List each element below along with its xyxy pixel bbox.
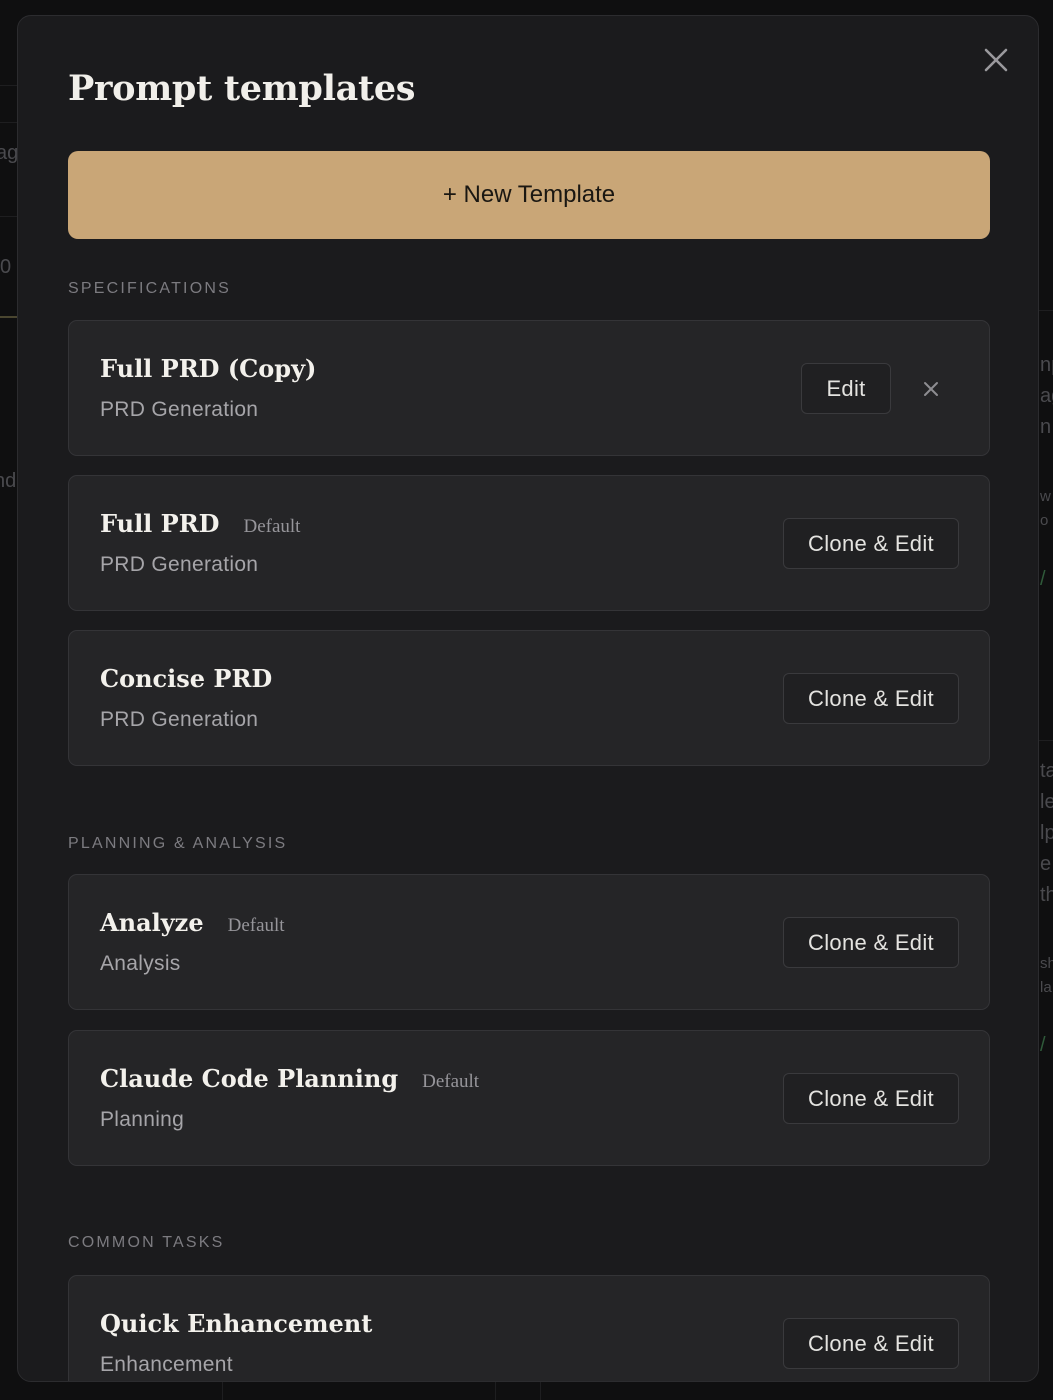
background-text: n [1040,416,1052,438]
template-card: Claude Code Planning Default Planning Cl… [68,1030,990,1166]
new-template-button[interactable]: + New Template [68,151,990,239]
template-card: Analyze Default Analysis Clone & Edit [68,874,990,1010]
close-button[interactable] [980,44,1012,76]
close-icon [924,382,938,396]
default-badge: Default [422,1071,480,1092]
background-text: sh [1040,955,1053,972]
clone-edit-button[interactable]: Clone & Edit [783,1073,959,1124]
clone-edit-button[interactable]: Clone & Edit [783,673,959,724]
background-text: th [1040,884,1053,906]
template-card: Full PRD (Copy) PRD Generation Edit [68,320,990,456]
template-category: PRD Generation [100,708,259,731]
background-text: o [1040,512,1049,529]
background-text: la [1040,979,1052,996]
clone-edit-button[interactable]: Clone & Edit [783,1318,959,1369]
template-category: Planning [100,1108,185,1131]
background-text: / [1040,568,1046,590]
template-category: Enhancement [100,1353,233,1376]
default-badge: Default [243,516,301,537]
template-name: Quick Enhancement [100,1309,373,1338]
background-text: le [1040,791,1053,813]
background-text: np [1040,354,1053,376]
default-badge: Default [227,915,285,936]
clone-edit-button[interactable]: Clone & Edit [783,518,959,569]
template-name: Analyze [100,908,204,937]
background-text: 0 [0,256,12,278]
template-category: PRD Generation [100,553,259,576]
background-text: ag [0,142,19,164]
delete-template-button[interactable] [922,380,940,398]
close-icon [984,48,1008,72]
section-label-common-tasks: COMMON TASKS [68,1234,225,1251]
background-text: nd [0,470,17,492]
edit-button[interactable]: Edit [801,363,891,414]
background-text: ag [1040,385,1053,407]
template-card: Quick Enhancement Enhancement Clone & Ed… [68,1275,990,1381]
background-text: lp [1040,822,1053,844]
background-text: / [1040,1034,1046,1056]
prompt-templates-modal: Prompt templates + New Template SPECIFIC… [17,15,1039,1382]
background-text: e [1040,853,1052,875]
clone-edit-button[interactable]: Clone & Edit [783,917,959,968]
template-name: Claude Code Planning [100,1064,399,1093]
template-card: Full PRD Default PRD Generation Clone & … [68,475,990,611]
template-card: Concise PRD PRD Generation Clone & Edit [68,630,990,766]
template-name: Concise PRD [100,664,273,693]
template-category: Analysis [100,952,181,975]
section-label-specifications: SPECIFICATIONS [68,280,231,297]
background-text: ta [1040,760,1053,782]
background-text: w [1040,488,1051,505]
modal-title: Prompt templates [68,68,416,109]
template-name: Full PRD [100,509,220,538]
template-category: PRD Generation [100,398,259,421]
template-name: Full PRD (Copy) [100,354,317,383]
section-label-planning-analysis: PLANNING & ANALYSIS [68,835,288,852]
